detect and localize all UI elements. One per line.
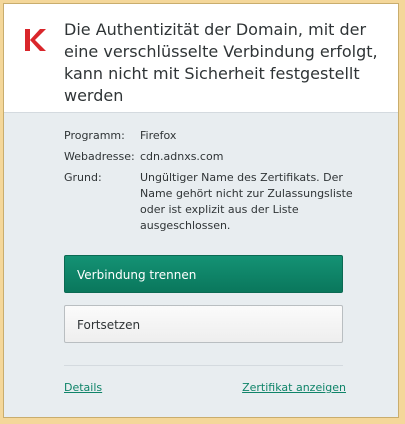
reason-row: Grund: Ungültiger Name des Zertifikats. … [64,170,359,234]
divider [64,365,343,366]
security-dialog: Die Authentizität der Domain, mit der ei… [3,3,399,418]
dialog-header: Die Authentizität der Domain, mit der ei… [4,4,398,113]
program-row: Programm: Firefox [64,128,359,144]
address-label: Webadresse: [64,150,135,163]
dialog-title: Die Authentizität der Domain, mit der ei… [64,20,378,105]
kaspersky-k-icon [25,29,46,51]
disconnect-button[interactable]: Verbindung trennen [64,255,343,293]
details-link[interactable]: Details [64,380,102,396]
connection-details: Programm: Firefox Webadresse: cdn.adnxs.… [64,128,359,239]
address-row: Webadresse: cdn.adnxs.com [64,149,359,165]
program-label: Programm: [64,129,125,142]
reason-label: Grund: [64,171,102,184]
continue-button[interactable]: Fortsetzen [64,305,343,343]
reason-value: Ungültiger Name des Zertifikats. Der Nam… [140,171,353,232]
program-value: Firefox [140,129,177,142]
view-certificate-link[interactable]: Zertifikat anzeigen [242,380,346,396]
address-value: cdn.adnxs.com [140,150,224,163]
